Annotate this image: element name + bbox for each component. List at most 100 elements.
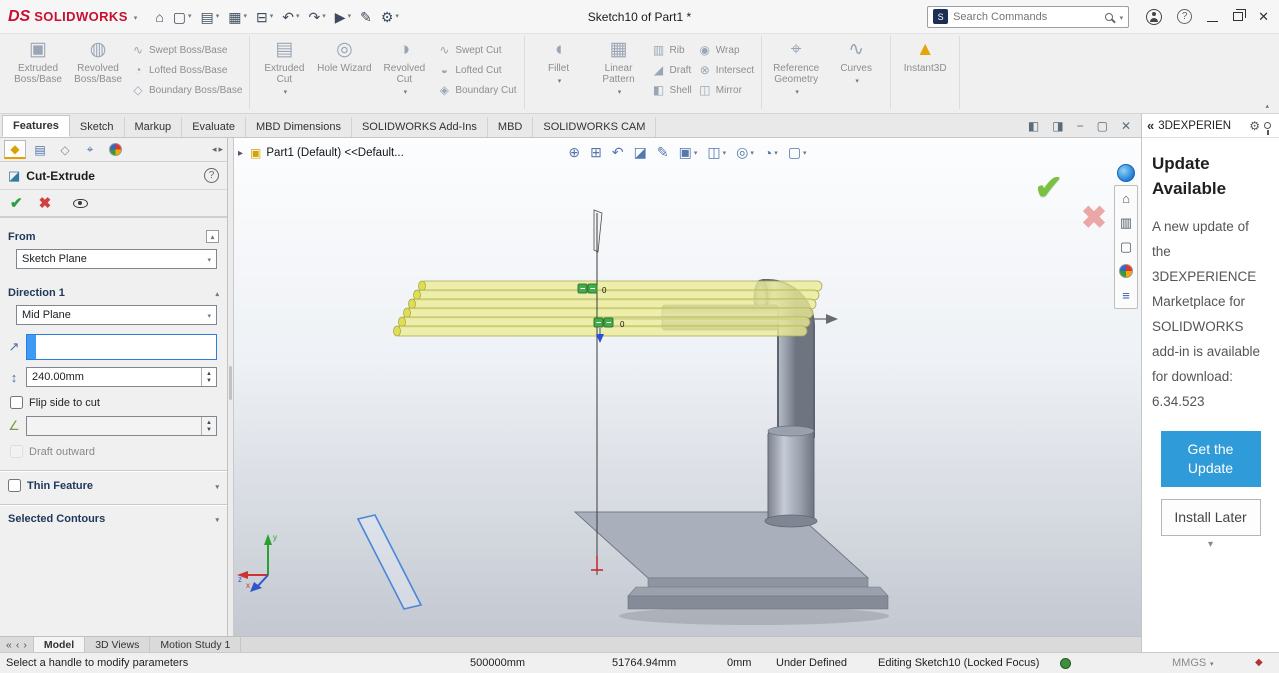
feature-manager-tab[interactable]: ▤ [29,140,51,159]
base-plate[interactable] [573,511,889,610]
view-orientation-icon[interactable]: ▣ [679,144,698,161]
rib-button[interactable]: ▥ Rib [650,42,694,58]
tab-scroll-right-icon[interactable]: ▸ [218,144,223,155]
tab-scroll-left-icon[interactable]: ◂ [212,144,217,155]
hole-wizard-button[interactable]: ◎ Hole Wizard [315,37,373,76]
draft-button[interactable]: ◢ Draft [650,62,694,78]
3dexperience-icon[interactable] [1117,164,1135,182]
show-pane-left-icon[interactable]: ◧ [1028,119,1039,133]
from-plane-dropdown[interactable]: Sketch Plane [16,249,217,269]
revolved-cut-button[interactable]: ◑ Revolved Cut [375,37,433,99]
display-manager-tab[interactable] [104,140,126,159]
close-window-icon[interactable]: ✕ [1258,9,1269,25]
hide-show-items-icon[interactable]: ◎ [736,144,754,161]
expand-selected-contours-icon[interactable] [213,514,219,524]
dynamic-annotation-icon[interactable]: ✎ [657,144,669,161]
mirror-button[interactable]: ◫ Mirror [696,82,756,98]
curves-button[interactable]: ∿ Curves [827,37,885,88]
collapse-direction1-icon[interactable] [215,287,219,299]
featuretree-flyout-icon[interactable]: ▸ [236,148,245,159]
user-account-icon[interactable] [1146,8,1163,25]
tab-model[interactable]: Model [33,637,86,652]
spin-down-icon[interactable]: ▼ [206,378,212,384]
direction-reference-field[interactable] [26,334,217,360]
unit-system[interactable]: MMGS [1172,657,1206,669]
dimxpert-manager-tab[interactable]: ⌖ [79,140,101,159]
boundary-cut-button[interactable]: ◈ Boundary Cut [435,82,518,98]
custom-properties-icon[interactable]: ≡ [1122,289,1130,302]
close-document-icon[interactable]: ✕ [1121,119,1131,133]
extruded-cut-button[interactable]: ▤ Extruded Cut [255,37,313,99]
intersect-button[interactable]: ⊗ Intersect [696,62,756,78]
pm-help-icon[interactable]: ? [204,168,219,183]
draft-angle-field[interactable]: ▲ ▼ [26,416,217,436]
property-manager-tab[interactable]: ◆ [4,140,26,159]
revolved-cut-caret-icon[interactable] [402,85,408,97]
tab-mbd[interactable]: MBD [488,117,534,137]
first-tab-icon[interactable]: « [6,639,12,651]
fillet-caret-icon[interactable] [556,74,562,86]
draft-outward-checkbox[interactable] [10,445,23,458]
swept-cut-button[interactable]: ∿ Swept Cut [435,42,518,58]
help-icon[interactable]: ? [1177,9,1193,24]
display-style-icon[interactable]: ◫ [707,144,726,161]
confirm-ok-icon[interactable]: ✔ [1035,168,1064,208]
instant3d-button[interactable]: ▲ Instant3D [896,37,954,76]
boundary-boss-base-button[interactable]: ◇ Boundary Boss/Base [129,82,244,98]
tag-icon[interactable]: ◆ [1255,657,1263,668]
tab-evaluate[interactable]: Evaluate [182,117,246,137]
draft-spin-up-icon[interactable]: ▲ [206,420,212,426]
scroll-more-icon[interactable] [1152,538,1269,550]
linear-pattern-caret-icon[interactable] [616,85,622,97]
design-library-icon[interactable]: ▥ [1120,216,1132,229]
tab-solidworks-add-ins[interactable]: SOLIDWORKS Add-Ins [352,117,488,137]
thin-feature-checkbox[interactable] [8,479,21,492]
file-explorer-icon[interactable]: ▢ [1120,240,1132,253]
tab-solidworks-cam[interactable]: SOLIDWORKS CAM [533,117,657,137]
new-document-button[interactable]: ▢ [170,8,195,26]
configuration-manager-tab[interactable]: ◇ [54,140,76,159]
pin-task-pane-icon[interactable] [1264,122,1271,135]
print-button[interactable]: ⊟ [253,8,276,26]
collapse-from-icon[interactable] [206,230,219,243]
linear-pattern-button[interactable]: ▦ Linear Pattern [590,37,648,99]
save-button[interactable]: ▦ [225,8,250,26]
appearances-icon[interactable] [1119,264,1133,278]
shell-button[interactable]: ◧ Shell [650,82,694,98]
depth-spinner[interactable]: ▲ ▼ [201,368,216,386]
collapse-ribbon-icon[interactable] [1265,99,1269,111]
pm-cancel-icon[interactable]: ✖ [39,194,52,212]
undo-button[interactable]: ↶ [279,8,302,26]
restore-document-icon[interactable]: ▢ [1097,119,1108,133]
show-pane-right-icon[interactable]: ◨ [1052,119,1063,133]
spin-up-icon[interactable]: ▲ [206,371,212,377]
open-document-button[interactable]: ▤ [198,8,223,26]
zoom-fit-icon[interactable]: ⊕ [568,144,580,161]
tab-markup[interactable]: Markup [125,117,183,137]
reference-geometry-caret-icon[interactable] [793,85,799,97]
install-later-button[interactable]: Install Later [1160,498,1261,536]
reverse-direction-icon[interactable]: ↗ [4,339,24,355]
revolved-boss-base-button[interactable]: ◍ Revolved Boss/Base [69,37,127,87]
swept-boss-base-button[interactable]: ∿ Swept Boss/Base [129,42,244,58]
zoom-area-icon[interactable]: ⊞ [590,144,602,161]
home-button[interactable]: ⌂ [152,8,166,26]
reference-geometry-button[interactable]: ⌖ Reference Geometry [767,37,825,99]
cut-preview-tubes[interactable] [393,280,823,337]
fillet-button[interactable]: ◖ Fillet [530,37,588,88]
home-pane-icon[interactable]: ⌂ [1122,192,1130,205]
wrap-button[interactable]: ◉ Wrap [696,42,756,58]
sketch-rectangle[interactable] [356,514,423,610]
extruded-boss-base-button[interactable]: ▣ Extruded Boss/Base [9,37,67,87]
pm-ok-icon[interactable]: ✔ [10,194,23,212]
search-caret-icon[interactable] [1118,11,1124,23]
expand-thin-feature-icon[interactable] [213,481,219,491]
curves-caret-icon[interactable] [853,74,859,86]
get-update-button[interactable]: Get the Update [1160,431,1261,487]
part-model[interactable]: 0 0 y x z [234,138,1140,636]
select-button[interactable]: ▶ [332,8,354,26]
brand-caret-icon[interactable] [132,11,138,23]
minimize-window-icon[interactable] [1207,11,1219,22]
lofted-boss-base-button[interactable]: ◔ Lofted Boss/Base [129,62,244,78]
search-commands-input[interactable]: S Search Commands [927,5,1130,28]
